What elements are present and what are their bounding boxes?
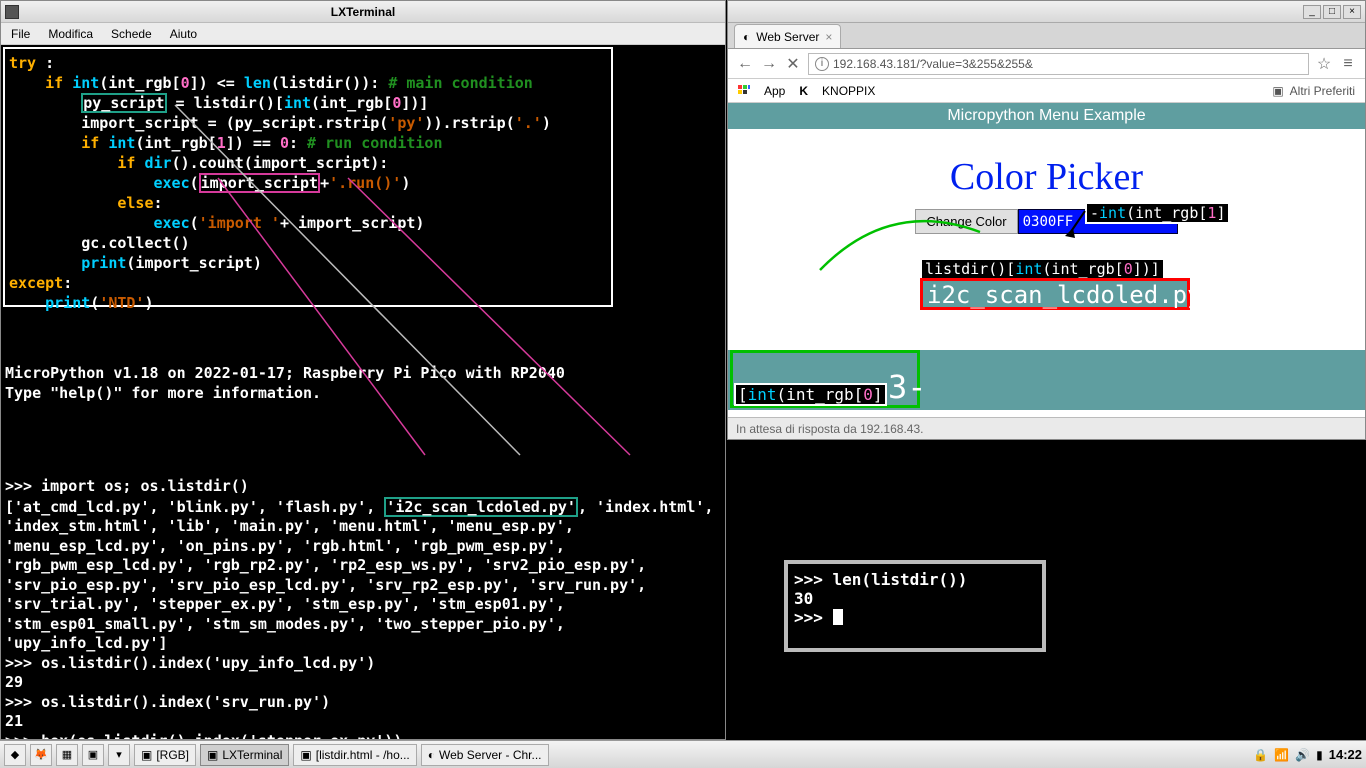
terminal-body[interactable]: try : if int(int_rgb[0]) <= len(listdir(… [1, 45, 725, 739]
bookmarks-bar[interactable]: App K KNOPPIX ▣ Altri Preferiti [728, 79, 1365, 103]
len-repl-box: >>> len(listdir()) 30 >>> [784, 560, 1046, 652]
browser-titlebar[interactable]: _ □ × [728, 1, 1365, 23]
browser-toolbar: ← → ✕ i 192.168.43.181/?value=3&255&255&… [728, 49, 1365, 79]
taskbar-item-rgb[interactable]: ▣[RGB] [134, 744, 196, 766]
folder-icon: ▣ [1272, 84, 1283, 98]
menu-file[interactable]: File [11, 27, 30, 41]
index-3: 3- [888, 368, 927, 406]
site-info-icon[interactable]: i [815, 57, 829, 71]
page-header: Micropython Menu Example [728, 103, 1365, 129]
menu-icon[interactable]: ≡ [1339, 55, 1357, 73]
taskbar-item-lxterminal[interactable]: ▣LXTerminal [200, 744, 289, 766]
minimize-button[interactable]: _ [1303, 5, 1321, 19]
terminal-menubar[interactable]: File Modifica Schede Aiuto [1, 23, 725, 45]
taskbar[interactable]: ◆ 🦊 ▦ ▣ ▾ ▣[RGB] ▣LXTerminal ▣[listdir.h… [0, 740, 1366, 768]
filemanager-icon[interactable]: ▦ [56, 744, 78, 766]
back-button[interactable]: ← [736, 55, 754, 73]
terminal-title: LXTerminal [1, 5, 725, 19]
terminal-icon [5, 5, 19, 19]
browser-tab[interactable]: ◐ Web Server × [734, 24, 841, 48]
start-menu-icon[interactable]: ◆ [4, 744, 26, 766]
browser-tabstrip[interactable]: ◐ Web Server × [728, 23, 1365, 49]
taskbar-clock[interactable]: 14:22 [1329, 747, 1362, 762]
selected-row: [int(int_rgb[0] 3- [728, 350, 1365, 410]
taskbar-item-editor[interactable]: ▣[listdir.html - /ho... [293, 744, 416, 766]
annotation-left: [int(int_rgb[0] [734, 383, 887, 406]
tab-title: Web Server [756, 30, 819, 44]
address-bar[interactable]: i 192.168.43.181/?value=3&255&255& [808, 53, 1309, 75]
terminal-titlebar[interactable]: LXTerminal [1, 1, 725, 23]
star-icon[interactable]: ☆ [1315, 54, 1333, 74]
tray-battery-icon[interactable]: ▮ [1316, 748, 1323, 762]
bookmark-other[interactable]: ▣ Altri Preferiti [1272, 84, 1355, 98]
menu-tabs[interactable]: Schede [111, 27, 152, 41]
change-color-button[interactable]: Change Color [915, 209, 1017, 234]
lxterminal-window: LXTerminal File Modifica Schede Aiuto tr… [0, 0, 726, 740]
bookmark-knoppix[interactable]: KNOPPIX [822, 84, 875, 98]
tray-volume-icon[interactable]: 🔊 [1295, 748, 1310, 762]
terminal-icon[interactable]: ▣ [82, 744, 104, 766]
menu-help[interactable]: Aiuto [170, 27, 197, 41]
url-text: 192.168.43.181/?value=3&255&255& [833, 57, 1033, 71]
taskbar-item-browser[interactable]: ◐Web Server - Chr... [421, 744, 549, 766]
apps-icon[interactable] [738, 85, 750, 97]
tray-lock-icon[interactable]: 🔒 [1253, 748, 1268, 762]
knoppix-icon: K [799, 84, 808, 98]
forward-button[interactable]: → [760, 55, 778, 73]
micropython-banner: MicroPython v1.18 on 2022-01-17; Raspber… [5, 363, 565, 403]
tray-network-icon[interactable]: 📶 [1274, 748, 1289, 762]
firefox-icon[interactable]: 🦊 [30, 744, 52, 766]
selected-filename: i2c_scan_lcdoled.py [920, 278, 1190, 310]
close-button[interactable]: × [1343, 5, 1361, 19]
maximize-button[interactable]: □ [1323, 5, 1341, 19]
menu-edit[interactable]: Modifica [48, 27, 93, 41]
code-snippet: try : if int(int_rgb[0]) <= len(listdir(… [3, 47, 613, 307]
tab-spinner-icon: ◐ [743, 30, 750, 44]
repl-output: >>> import os; os.listdir() ['at_cmd_lcd… [5, 477, 721, 739]
browser-window: _ □ × ◐ Web Server × ← → ✕ i 192.168.43.… [727, 0, 1366, 440]
annotation-listdir: listdir()[int(int_rgb[0])] [920, 258, 1165, 280]
iconify-icon[interactable]: ▾ [108, 744, 130, 766]
bookmark-app[interactable]: App [764, 84, 785, 98]
tab-close-icon[interactable]: × [825, 30, 832, 44]
browser-statusbar: In attesa di risposta da 192.168.43. [728, 417, 1365, 439]
stop-button[interactable]: ✕ [784, 54, 802, 74]
page-title: Color Picker [728, 155, 1365, 199]
annotation-intrgb1: -int(int_rgb[1] [1085, 202, 1230, 224]
